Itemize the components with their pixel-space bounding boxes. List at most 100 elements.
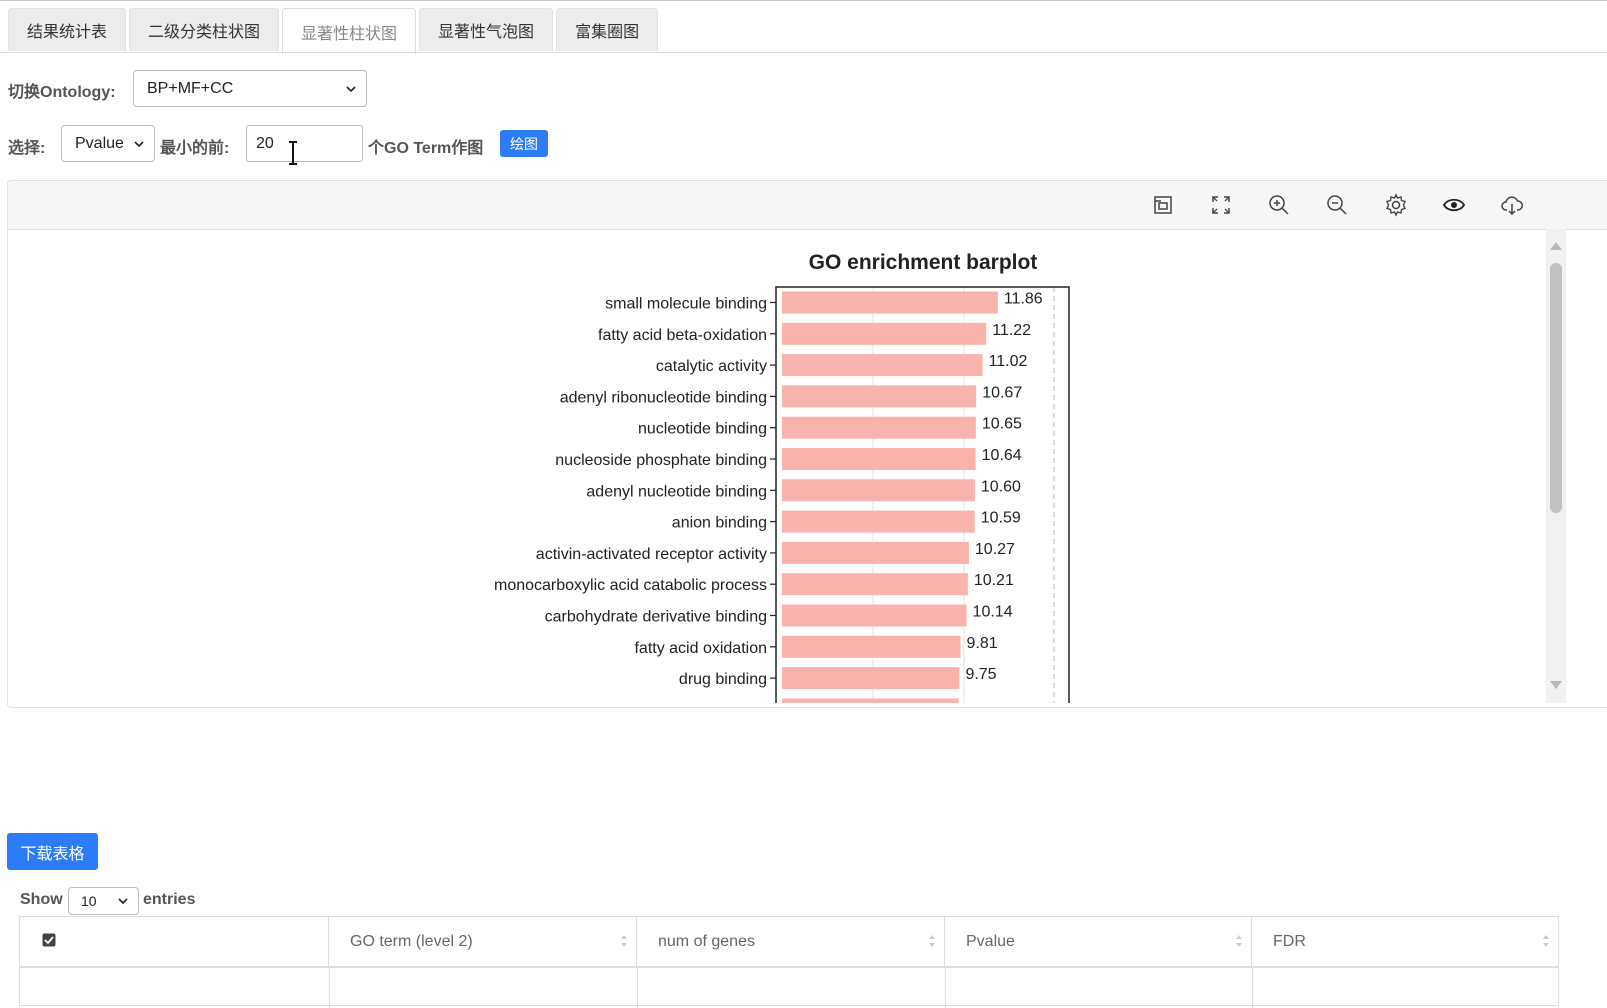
tab-significance-bubble[interactable]: 显著性气泡图 bbox=[419, 8, 554, 51]
y-tick-label: adenyl nucleotide binding bbox=[586, 483, 767, 500]
eye-icon[interactable] bbox=[1442, 193, 1466, 217]
go-enrichment-barplot: GO enrichment barplot small molecule bin… bbox=[494, 251, 1070, 703]
tabs-divider bbox=[0, 52, 1607, 53]
bar[interactable] bbox=[782, 635, 961, 658]
header-bottom-border bbox=[20, 966, 1558, 968]
chart-bars bbox=[782, 291, 998, 703]
bar[interactable] bbox=[782, 291, 998, 314]
tab-bar: 结果统计表 二级分类柱状图 显著性柱状图 显著性气泡图 富集圈图 bbox=[8, 8, 661, 54]
zoom-in-icon[interactable] bbox=[1267, 193, 1291, 217]
select-all-header bbox=[20, 917, 329, 966]
header-num-genes-label: num of genes bbox=[658, 932, 755, 950]
bar[interactable] bbox=[782, 385, 977, 408]
chart-scrollbar[interactable] bbox=[1546, 229, 1566, 703]
select-all-checkbox[interactable] bbox=[42, 933, 56, 947]
bar[interactable] bbox=[782, 541, 969, 564]
value-label: 10.64 bbox=[982, 447, 1022, 464]
tab-significance-barplot[interactable]: 显著性柱状图 bbox=[282, 8, 417, 54]
value-label: 9.81 bbox=[967, 635, 998, 652]
sort-icon bbox=[929, 935, 935, 947]
y-tick-label: drug binding bbox=[679, 671, 767, 688]
y-tick-label: carbohydrate derivative binding bbox=[545, 609, 767, 626]
value-label: 10.65 bbox=[982, 416, 1022, 433]
row-divider bbox=[329, 968, 330, 1008]
sort-icon bbox=[621, 935, 627, 947]
tab-level2-barplot[interactable]: 二级分类柱状图 bbox=[129, 8, 280, 51]
results-table: GO term (level 2) num of genes Pvalue FD… bbox=[19, 916, 1559, 1008]
row-divider bbox=[1252, 968, 1253, 1008]
value-label: 10.21 bbox=[974, 572, 1014, 589]
bar[interactable] bbox=[782, 354, 983, 377]
ontology-select-value: BP+MF+CC bbox=[147, 79, 234, 97]
chevron-down-icon bbox=[118, 898, 128, 905]
value-label: 11.86 bbox=[1004, 291, 1043, 308]
bar[interactable] bbox=[782, 667, 960, 690]
sort-icon bbox=[1543, 935, 1549, 947]
y-tick-label: nucleoside phosphate binding bbox=[555, 452, 767, 469]
scroll-down-arrow[interactable] bbox=[1550, 681, 1562, 689]
y-tick-label: fatty acid oxidation bbox=[634, 640, 767, 657]
term-count-input[interactable]: 20 bbox=[246, 125, 363, 162]
chart-y-labels: small molecule binding fatty acid beta-ox… bbox=[494, 296, 776, 688]
y-tick-label: monocarboxylic acid catabolic process bbox=[494, 577, 767, 594]
bar[interactable] bbox=[782, 573, 968, 596]
value-label: 10.14 bbox=[973, 604, 1013, 621]
zoom-out-icon[interactable] bbox=[1325, 193, 1349, 217]
header-pvalue[interactable]: Pvalue bbox=[945, 917, 1252, 966]
text-cursor-icon bbox=[289, 141, 297, 165]
y-tick-label: fatty acid beta-oxidation bbox=[598, 327, 767, 344]
chevron-down-icon bbox=[134, 140, 144, 147]
ontology-label: 切换Ontology: bbox=[8, 84, 116, 101]
plot-button[interactable]: 绘图 bbox=[500, 130, 548, 157]
min-label: 最小的前: bbox=[160, 140, 230, 157]
y-tick-label: adenyl ribonucleotide binding bbox=[560, 389, 767, 406]
header-fdr[interactable]: FDR bbox=[1252, 917, 1558, 966]
y-tick-label: small molecule binding bbox=[605, 296, 767, 313]
header-fdr-label: FDR bbox=[1273, 932, 1306, 950]
scroll-up-arrow[interactable] bbox=[1550, 242, 1562, 250]
y-tick-label: anion binding bbox=[672, 515, 767, 532]
tab-enrichment-circle[interactable]: 富集圈图 bbox=[556, 8, 659, 51]
bar[interactable] bbox=[782, 322, 987, 345]
bar[interactable] bbox=[782, 416, 976, 439]
tab-result-table[interactable]: 结果统计表 bbox=[8, 8, 127, 51]
metric-select[interactable]: Pvalue bbox=[61, 125, 155, 162]
y-tick-label: activin-activated receptor activity bbox=[536, 546, 767, 563]
ontology-select[interactable]: BP+MF+CC bbox=[133, 70, 367, 107]
chart-title: GO enrichment barplot bbox=[809, 251, 1038, 274]
chart-area: GO enrichment barplot small molecule bin… bbox=[8, 229, 1546, 703]
show-label: Show bbox=[20, 891, 63, 908]
sort-icon bbox=[1236, 935, 1242, 947]
term-suffix-label: 个GO Term作图 bbox=[368, 140, 484, 157]
y-tick-label: nucleotide binding bbox=[638, 421, 767, 438]
scroll-thumb[interactable] bbox=[1550, 263, 1562, 513]
header-go-term[interactable]: GO term (level 2) bbox=[329, 917, 637, 966]
chart-toolbar bbox=[8, 181, 1607, 230]
chart-panel: GO enrichment barplot small molecule bin… bbox=[7, 180, 1607, 708]
entries-select-value: 10 bbox=[81, 893, 97, 909]
header-go-term-label: GO term (level 2) bbox=[350, 932, 473, 950]
bar[interactable] bbox=[782, 448, 976, 470]
row-divider bbox=[637, 968, 638, 1008]
y-tick-label: catalytic activity bbox=[656, 358, 767, 375]
bar-partial bbox=[782, 698, 959, 703]
settings-icon[interactable] bbox=[1384, 193, 1408, 217]
cloud-download-icon[interactable] bbox=[1500, 193, 1524, 217]
header-num-genes[interactable]: num of genes bbox=[637, 917, 945, 966]
fullscreen-icon[interactable] bbox=[1209, 193, 1233, 217]
chevron-down-icon bbox=[346, 85, 356, 92]
restore-icon[interactable] bbox=[1151, 193, 1175, 217]
value-label: 11.22 bbox=[992, 322, 1031, 339]
download-table-button[interactable]: 下载表格 bbox=[7, 833, 98, 870]
chart-value-labels: 11.86 11.22 11.02 10.67 10.65 10.64 10.60 10.59… bbox=[965, 291, 1042, 684]
top-border bbox=[0, 0, 1607, 1]
header-pvalue-label: Pvalue bbox=[966, 932, 1015, 950]
value-label: 10.67 bbox=[982, 384, 1022, 401]
bar[interactable] bbox=[782, 479, 975, 502]
term-count-value: 20 bbox=[256, 134, 274, 152]
bar[interactable] bbox=[782, 510, 975, 533]
value-label: 10.27 bbox=[975, 541, 1015, 558]
entries-select[interactable]: 10 bbox=[68, 887, 139, 915]
bar[interactable] bbox=[782, 604, 967, 627]
select-label: 选择: bbox=[8, 140, 46, 157]
